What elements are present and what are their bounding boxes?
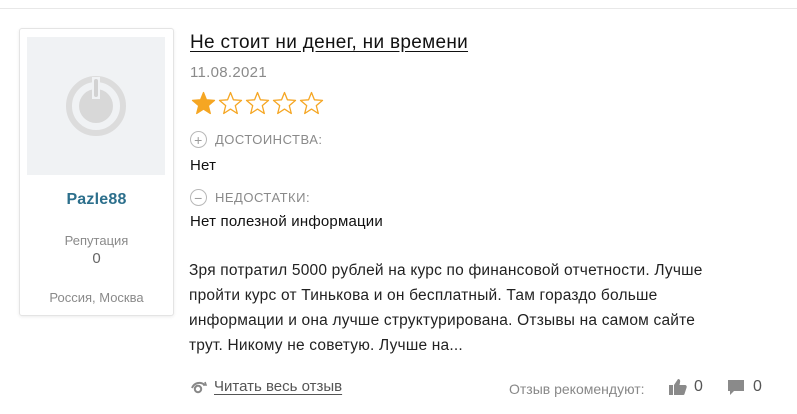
cons-label: НЕДОСТАТКИ: — [215, 190, 311, 205]
pros-label-row: + ДОСТОИНСТВА: — [190, 131, 323, 148]
read-full-review-label: Читать весь отзыв — [214, 378, 343, 395]
cons-value: Нет полезной информации — [190, 213, 383, 230]
star-filled-icon — [191, 91, 216, 115]
pros-label: ДОСТОИНСТВА: — [215, 132, 323, 147]
pros-value: Нет — [190, 157, 217, 174]
star-empty-icon — [272, 91, 297, 115]
default-avatar-icon — [66, 76, 126, 136]
review-body-line: трут. Никому не советую. Лучше на... — [189, 337, 463, 354]
user-location: Россия, Москва — [49, 290, 144, 305]
minus-circle-icon: − — [190, 189, 207, 206]
comment-count: 0 — [753, 378, 762, 395]
review-body-line: информации и она лучше структурирована. … — [189, 312, 696, 329]
read-full-review-link[interactable]: Читать весь отзыв — [190, 378, 342, 395]
review-title-link[interactable]: Не стоит ни денег, ни времени — [190, 32, 468, 54]
review-body: Зря потратил 5000 рублей на курс по фина… — [189, 258, 769, 358]
recommend-label: Отзыв рекомендуют: — [509, 381, 645, 397]
comment-icon — [728, 380, 744, 395]
user-card: Pazle88 Репутация 0 Россия, Москва — [19, 28, 174, 316]
eye-icon — [191, 381, 208, 393]
star-empty-icon — [218, 91, 243, 115]
comments-button[interactable]: 0 — [727, 378, 762, 396]
star-rating — [190, 91, 325, 116]
like-count: 0 — [694, 378, 703, 395]
top-divider — [0, 8, 797, 9]
review-body-line: Зря потратил 5000 рублей на курс по фина… — [189, 262, 703, 279]
cons-label-row: − НЕДОСТАТКИ: — [190, 189, 310, 206]
reputation-value: 0 — [92, 250, 101, 267]
review-body-line: пройти курс от Тинькова и он бесплатный.… — [189, 287, 658, 304]
avatar[interactable] — [27, 37, 165, 175]
star-empty-icon — [245, 91, 270, 115]
plus-circle-icon: + — [190, 131, 207, 148]
reputation-label: Репутация — [64, 233, 129, 248]
thumbs-up-icon — [669, 379, 687, 395]
username-link[interactable]: Pazle88 — [20, 191, 173, 209]
like-button[interactable]: 0 — [668, 378, 703, 396]
star-empty-icon — [299, 91, 324, 115]
review-date: 11.08.2021 — [190, 64, 267, 81]
